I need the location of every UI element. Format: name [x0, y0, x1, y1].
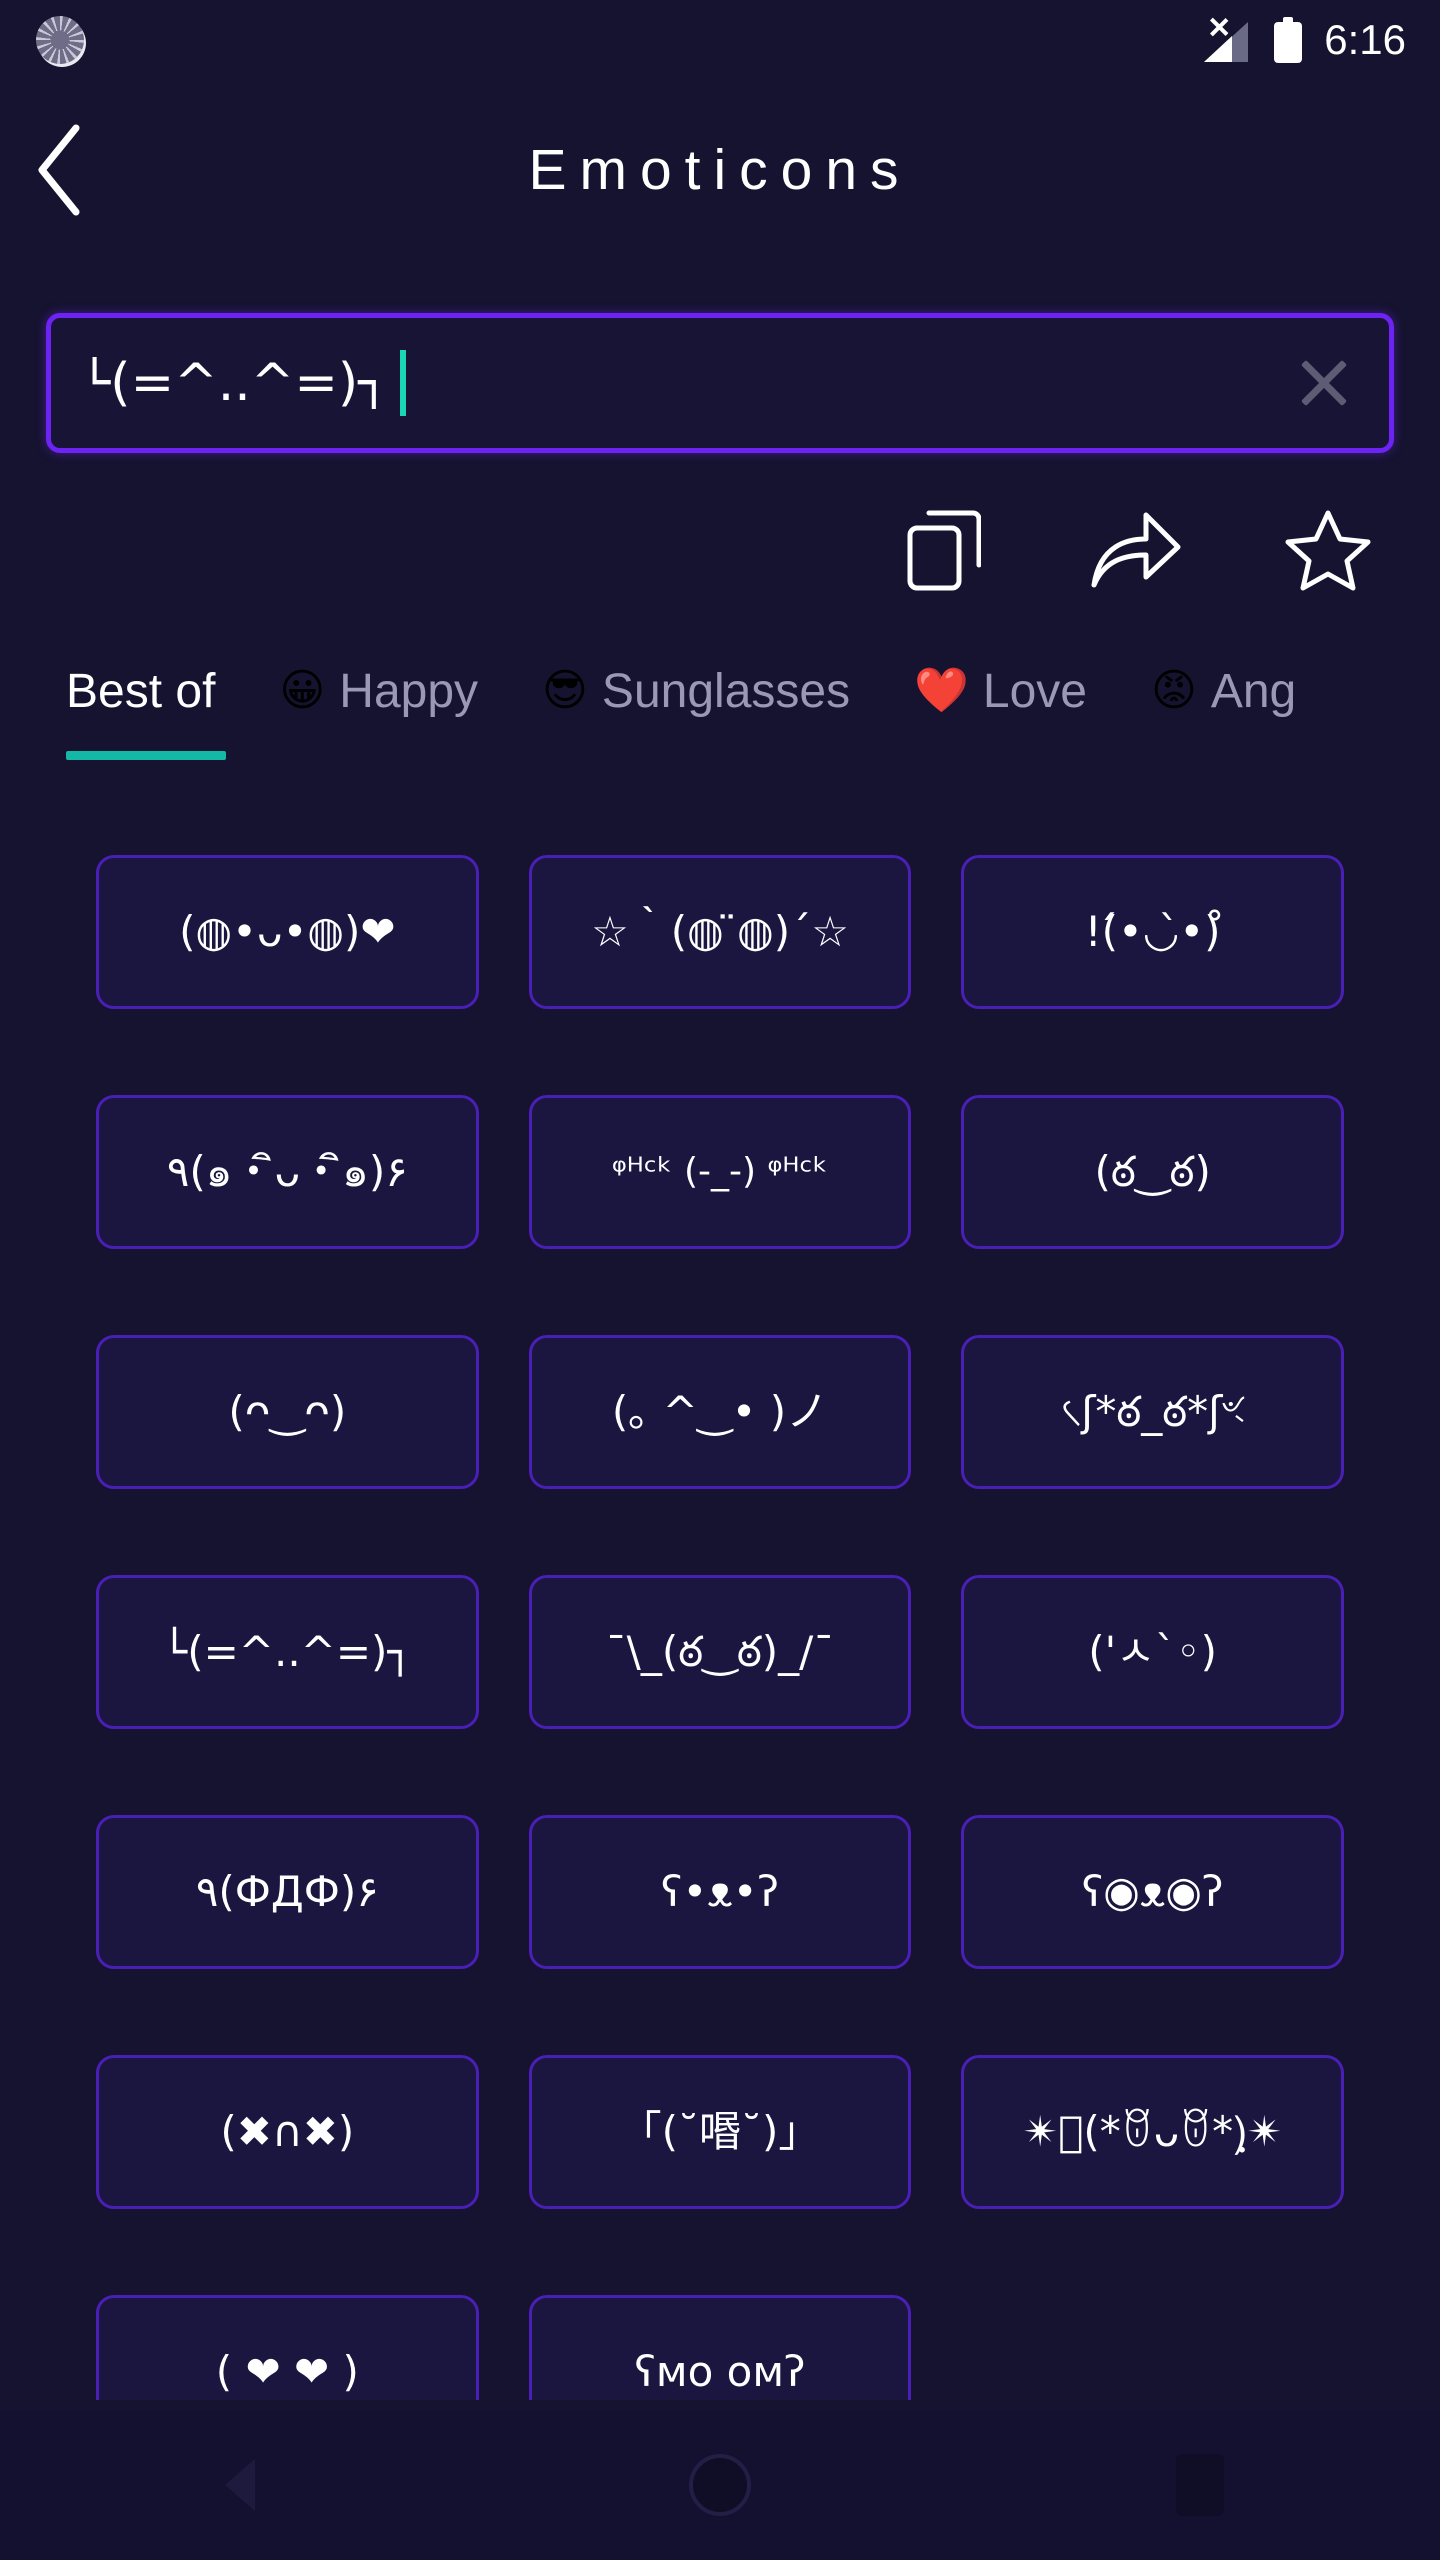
emoticon-text: (✖∩✖)	[220, 2106, 355, 2156]
battery-full-icon	[1274, 17, 1303, 63]
emoticon-card[interactable]: ৻ʃ*ఠ_ఠ*ʃৼ	[961, 1335, 1344, 1489]
emoticon-text: └(=^..^=)┐	[161, 1626, 413, 1676]
emoticon-text: ('ㅅˋ◦)	[1088, 1626, 1218, 1676]
emoticon-text: 「(˘㗃˘)」	[619, 2106, 821, 2156]
status-bar-clock: 6:16	[1324, 16, 1406, 63]
tab-label: Sunglasses	[601, 664, 851, 718]
tab-happy[interactable]: 😀 Happy	[279, 636, 542, 746]
tab-best-of[interactable]: Best of	[66, 636, 279, 760]
nav-recents-icon	[1176, 2454, 1224, 2516]
nav-recents-button[interactable]	[1100, 2410, 1300, 2560]
tab-label: Love	[982, 664, 1087, 718]
nav-home-button[interactable]	[620, 2410, 820, 2560]
emoticon-text: ( ❤ ❤ )	[215, 2346, 359, 2396]
emoticon-card[interactable]: !(•́◡•̀)ْ	[961, 855, 1344, 1009]
tab-emoji-icon: 😡	[1150, 665, 1197, 716]
back-button[interactable]	[0, 100, 120, 240]
emoticon-card[interactable]: (ఠ‿ఠ)	[961, 1095, 1344, 1249]
share-arrow-icon	[1091, 512, 1181, 588]
tab-emoji-icon: 😎	[542, 665, 588, 716]
search-input[interactable]: └(=^..^=)┐	[46, 313, 1394, 453]
emoticon-card[interactable]: ٩(ФДФ)۶	[96, 1815, 479, 1969]
signal-no-sim-icon	[1204, 18, 1252, 62]
category-tabs[interactable]: Best of 😀 Happy 😎 Sunglasses ❤️ Love 😡 Ang	[0, 636, 1440, 786]
emoticon-card[interactable]: └(=^..^=)┐	[96, 1575, 479, 1729]
emoticon-text: ᵠᵸᶜᵏ (-_-) ᵠᵸᶜᵏ	[611, 1151, 829, 1193]
page-title: Emoticons	[528, 138, 912, 202]
tab-label: Ang	[1210, 664, 1297, 718]
sync-spinner-icon	[34, 14, 86, 66]
status-bar-right: 6:16	[1204, 16, 1406, 64]
action-toolbar	[0, 490, 1440, 610]
copy-icon	[907, 510, 981, 591]
share-button[interactable]	[1090, 504, 1182, 596]
emoticon-card[interactable]: (｡ ^‿• )ノ	[528, 1335, 912, 1489]
emoticon-text: ʕмо омʔ	[634, 2346, 806, 2396]
emoticon-card[interactable]: ʕ◉ᴥ◉ʔ	[961, 1815, 1344, 1969]
emoticon-card[interactable]: ☆｀(◍ ̈◍)´☆	[528, 855, 912, 1009]
star-outline-icon	[1285, 510, 1371, 591]
emoticon-card[interactable]: ᵠᵸᶜᵏ (-_-) ᵠᵸᶜᵏ	[528, 1095, 912, 1249]
nav-home-icon	[689, 2454, 751, 2516]
emoticon-text: !(•́◡•̀)ْ	[1084, 906, 1221, 956]
emoticon-text: ʕ•ᴥ•ʔ	[661, 1866, 779, 1916]
nav-back-icon	[225, 2459, 255, 2511]
tab-love[interactable]: ❤️ Love	[914, 636, 1151, 746]
emoticon-card[interactable]: ٩(๑・ิᴗ・ิ๑)۶	[96, 1095, 479, 1249]
emoticon-card[interactable]: ʕ•ᴥ•ʔ	[528, 1815, 912, 1969]
emoticon-card[interactable]: (ᴖ‿ᴖ)	[96, 1335, 479, 1489]
emoticon-card[interactable]: ʕмо омʔ	[528, 2295, 912, 2400]
tab-sunglasses[interactable]: 😎 Sunglasses	[542, 636, 914, 746]
emoticon-card[interactable]: 「(˘㗃˘)」	[528, 2055, 912, 2209]
emoticon-text: ʕ◉ᴥ◉ʔ	[1081, 1866, 1224, 1916]
nav-back-button[interactable]	[140, 2410, 340, 2560]
tab-ang[interactable]: 😡 Ang	[1151, 636, 1360, 746]
search-clear-button[interactable]	[1287, 346, 1361, 420]
status-bar-left	[34, 14, 86, 66]
copy-button[interactable]	[898, 504, 990, 596]
tab-label: Best of	[66, 664, 216, 718]
emoticon-card[interactable]: (◍•ᴗ•◍)❤	[96, 855, 479, 1009]
status-bar: 6:16	[0, 0, 1440, 80]
android-nav-bar	[0, 2410, 1440, 2560]
emoticon-card[interactable]: ('ㅅˋ◦)	[961, 1575, 1344, 1729]
emoticon-text: (ఠ‿ఠ)	[1094, 1146, 1211, 1196]
emoticon-text: ☆｀(◍ ̈◍)´☆	[591, 906, 849, 956]
emoticon-text: (ᴖ‿ᴖ)	[228, 1386, 347, 1436]
search-input-value: └(=^..^=)┐	[79, 357, 390, 409]
tab-emoji-icon: ❤️	[914, 665, 969, 716]
emoticon-text: ٩(ФДФ)۶	[195, 1866, 379, 1916]
text-caret	[399, 350, 406, 416]
tab-emoji-icon: 😀	[279, 665, 326, 716]
emoticon-text: (｡ ^‿• )ノ	[611, 1386, 829, 1436]
emoticon-card[interactable]: ✴ฺ(*ꆤᴗꆤ*)ฺ✴	[961, 2055, 1344, 2209]
emoticon-card[interactable]: (✖∩✖)	[96, 2055, 479, 2209]
emoticon-card[interactable]: ( ❤ ❤ )	[96, 2295, 479, 2400]
app-bar: Emoticons	[0, 100, 1440, 240]
emoticon-text: ✴ฺ(*ꆤᴗꆤ*)ฺ✴	[1023, 2106, 1283, 2156]
emoticon-text: (◍•ᴗ•◍)❤	[179, 906, 396, 956]
emoticon-card[interactable]: ¯\_(ఠ‿ఠ)_/¯	[528, 1575, 912, 1729]
tab-label: Happy	[339, 664, 479, 718]
favorite-button[interactable]	[1282, 504, 1374, 596]
emoticon-text: ٩(๑・ิᴗ・ิ๑)۶	[166, 1146, 408, 1196]
emoticon-text: ¯\_(ఠ‿ఠ)_/¯	[605, 1626, 835, 1676]
chevron-left-icon	[38, 124, 80, 216]
emoticon-text: ৻ʃ*ఠ_ఠ*ʃৼ	[1060, 1386, 1245, 1436]
emoticon-grid: (◍•ᴗ•◍)❤ ☆｀(◍ ̈◍)´☆ !(•́◡•̀)ْ ٩(๑・ิᴗ・ิ๑)۶ ᵠᵸ…	[0, 855, 1440, 2400]
